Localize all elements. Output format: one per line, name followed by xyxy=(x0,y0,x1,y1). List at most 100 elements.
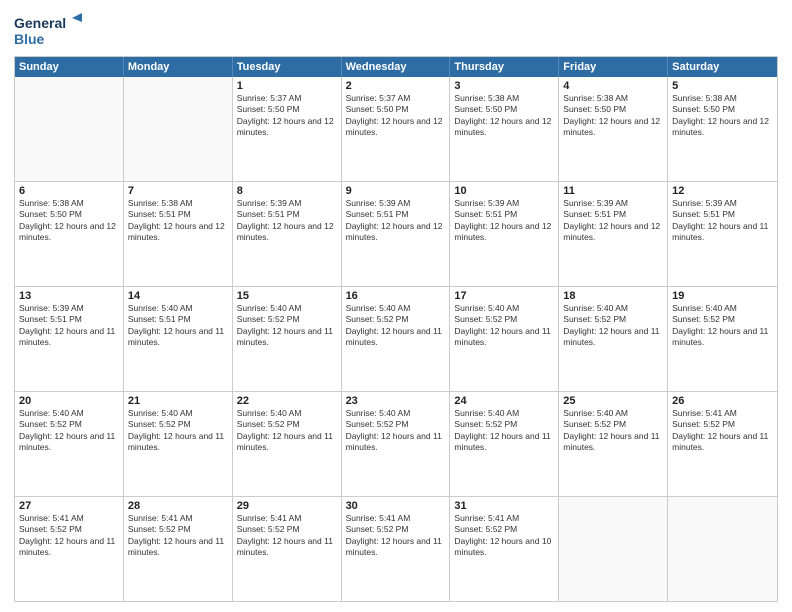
day-number: 19 xyxy=(672,290,773,302)
cell-info: Sunrise: 5:40 AMSunset: 5:52 PMDaylight:… xyxy=(454,408,550,452)
day-number: 17 xyxy=(454,290,554,302)
day-number: 16 xyxy=(346,290,446,302)
day-number: 4 xyxy=(563,80,663,92)
day-number: 14 xyxy=(128,290,228,302)
day-cell-2: 2 Sunrise: 5:37 AMSunset: 5:50 PMDayligh… xyxy=(342,77,451,181)
cell-info: Sunrise: 5:40 AMSunset: 5:52 PMDaylight:… xyxy=(563,303,659,347)
day-cell-9: 9 Sunrise: 5:39 AMSunset: 5:51 PMDayligh… xyxy=(342,182,451,286)
day-number: 28 xyxy=(128,500,228,512)
day-cell-4: 4 Sunrise: 5:38 AMSunset: 5:50 PMDayligh… xyxy=(559,77,668,181)
calendar: SundayMondayTuesdayWednesdayThursdayFrid… xyxy=(14,56,778,602)
cell-info: Sunrise: 5:39 AMSunset: 5:51 PMDaylight:… xyxy=(454,198,551,242)
day-number: 10 xyxy=(454,185,554,197)
day-number: 25 xyxy=(563,395,663,407)
cell-info: Sunrise: 5:39 AMSunset: 5:51 PMDaylight:… xyxy=(563,198,660,242)
empty-cell xyxy=(559,497,668,601)
day-cell-15: 15 Sunrise: 5:40 AMSunset: 5:52 PMDaylig… xyxy=(233,287,342,391)
cell-info: Sunrise: 5:37 AMSunset: 5:50 PMDaylight:… xyxy=(237,93,334,137)
cell-info: Sunrise: 5:40 AMSunset: 5:52 PMDaylight:… xyxy=(563,408,659,452)
day-cell-12: 12 Sunrise: 5:39 AMSunset: 5:51 PMDaylig… xyxy=(668,182,777,286)
cell-info: Sunrise: 5:41 AMSunset: 5:52 PMDaylight:… xyxy=(19,513,115,557)
day-number: 23 xyxy=(346,395,446,407)
day-cell-1: 1 Sunrise: 5:37 AMSunset: 5:50 PMDayligh… xyxy=(233,77,342,181)
cell-info: Sunrise: 5:40 AMSunset: 5:52 PMDaylight:… xyxy=(128,408,224,452)
day-cell-31: 31 Sunrise: 5:41 AMSunset: 5:52 PMDaylig… xyxy=(450,497,559,601)
day-cell-11: 11 Sunrise: 5:39 AMSunset: 5:51 PMDaylig… xyxy=(559,182,668,286)
week-row-2: 6 Sunrise: 5:38 AMSunset: 5:50 PMDayligh… xyxy=(15,181,777,286)
header-day-saturday: Saturday xyxy=(668,57,777,77)
header-day-friday: Friday xyxy=(559,57,668,77)
day-number: 9 xyxy=(346,185,446,197)
day-number: 2 xyxy=(346,80,446,92)
day-cell-17: 17 Sunrise: 5:40 AMSunset: 5:52 PMDaylig… xyxy=(450,287,559,391)
cell-info: Sunrise: 5:38 AMSunset: 5:51 PMDaylight:… xyxy=(128,198,225,242)
day-number: 24 xyxy=(454,395,554,407)
svg-text:Blue: Blue xyxy=(14,31,45,47)
day-number: 30 xyxy=(346,500,446,512)
day-cell-23: 23 Sunrise: 5:40 AMSunset: 5:52 PMDaylig… xyxy=(342,392,451,496)
day-cell-30: 30 Sunrise: 5:41 AMSunset: 5:52 PMDaylig… xyxy=(342,497,451,601)
week-row-4: 20 Sunrise: 5:40 AMSunset: 5:52 PMDaylig… xyxy=(15,391,777,496)
cell-info: Sunrise: 5:38 AMSunset: 5:50 PMDaylight:… xyxy=(454,93,551,137)
day-cell-18: 18 Sunrise: 5:40 AMSunset: 5:52 PMDaylig… xyxy=(559,287,668,391)
day-cell-21: 21 Sunrise: 5:40 AMSunset: 5:52 PMDaylig… xyxy=(124,392,233,496)
cell-info: Sunrise: 5:41 AMSunset: 5:52 PMDaylight:… xyxy=(128,513,224,557)
day-cell-6: 6 Sunrise: 5:38 AMSunset: 5:50 PMDayligh… xyxy=(15,182,124,286)
header-day-monday: Monday xyxy=(124,57,233,77)
day-number: 21 xyxy=(128,395,228,407)
day-number: 12 xyxy=(672,185,773,197)
calendar-body: 1 Sunrise: 5:37 AMSunset: 5:50 PMDayligh… xyxy=(15,77,777,601)
day-cell-14: 14 Sunrise: 5:40 AMSunset: 5:51 PMDaylig… xyxy=(124,287,233,391)
logo-svg: General Blue xyxy=(14,10,84,50)
cell-info: Sunrise: 5:38 AMSunset: 5:50 PMDaylight:… xyxy=(563,93,660,137)
week-row-1: 1 Sunrise: 5:37 AMSunset: 5:50 PMDayligh… xyxy=(15,77,777,181)
day-number: 5 xyxy=(672,80,773,92)
day-cell-5: 5 Sunrise: 5:38 AMSunset: 5:50 PMDayligh… xyxy=(668,77,777,181)
cell-info: Sunrise: 5:39 AMSunset: 5:51 PMDaylight:… xyxy=(19,303,115,347)
day-cell-28: 28 Sunrise: 5:41 AMSunset: 5:52 PMDaylig… xyxy=(124,497,233,601)
cell-info: Sunrise: 5:39 AMSunset: 5:51 PMDaylight:… xyxy=(672,198,768,242)
day-cell-20: 20 Sunrise: 5:40 AMSunset: 5:52 PMDaylig… xyxy=(15,392,124,496)
week-row-5: 27 Sunrise: 5:41 AMSunset: 5:52 PMDaylig… xyxy=(15,496,777,601)
day-number: 6 xyxy=(19,185,119,197)
cell-info: Sunrise: 5:40 AMSunset: 5:52 PMDaylight:… xyxy=(346,303,442,347)
cell-info: Sunrise: 5:41 AMSunset: 5:52 PMDaylight:… xyxy=(672,408,768,452)
day-number: 7 xyxy=(128,185,228,197)
day-number: 15 xyxy=(237,290,337,302)
day-cell-25: 25 Sunrise: 5:40 AMSunset: 5:52 PMDaylig… xyxy=(559,392,668,496)
cell-info: Sunrise: 5:37 AMSunset: 5:50 PMDaylight:… xyxy=(346,93,443,137)
day-number: 27 xyxy=(19,500,119,512)
empty-cell xyxy=(15,77,124,181)
calendar-header: SundayMondayTuesdayWednesdayThursdayFrid… xyxy=(15,57,777,77)
cell-info: Sunrise: 5:41 AMSunset: 5:52 PMDaylight:… xyxy=(237,513,333,557)
cell-info: Sunrise: 5:38 AMSunset: 5:50 PMDaylight:… xyxy=(19,198,116,242)
day-number: 1 xyxy=(237,80,337,92)
logo: General Blue xyxy=(14,10,84,50)
day-cell-24: 24 Sunrise: 5:40 AMSunset: 5:52 PMDaylig… xyxy=(450,392,559,496)
empty-cell xyxy=(124,77,233,181)
day-cell-8: 8 Sunrise: 5:39 AMSunset: 5:51 PMDayligh… xyxy=(233,182,342,286)
day-number: 31 xyxy=(454,500,554,512)
day-cell-29: 29 Sunrise: 5:41 AMSunset: 5:52 PMDaylig… xyxy=(233,497,342,601)
cell-info: Sunrise: 5:40 AMSunset: 5:52 PMDaylight:… xyxy=(237,303,333,347)
day-cell-22: 22 Sunrise: 5:40 AMSunset: 5:52 PMDaylig… xyxy=(233,392,342,496)
header-day-tuesday: Tuesday xyxy=(233,57,342,77)
day-cell-13: 13 Sunrise: 5:39 AMSunset: 5:51 PMDaylig… xyxy=(15,287,124,391)
week-row-3: 13 Sunrise: 5:39 AMSunset: 5:51 PMDaylig… xyxy=(15,286,777,391)
header-day-sunday: Sunday xyxy=(15,57,124,77)
cell-info: Sunrise: 5:39 AMSunset: 5:51 PMDaylight:… xyxy=(237,198,334,242)
header-day-wednesday: Wednesday xyxy=(342,57,451,77)
day-number: 20 xyxy=(19,395,119,407)
cell-info: Sunrise: 5:40 AMSunset: 5:52 PMDaylight:… xyxy=(346,408,442,452)
day-cell-27: 27 Sunrise: 5:41 AMSunset: 5:52 PMDaylig… xyxy=(15,497,124,601)
day-number: 11 xyxy=(563,185,663,197)
cell-info: Sunrise: 5:40 AMSunset: 5:52 PMDaylight:… xyxy=(237,408,333,452)
day-cell-7: 7 Sunrise: 5:38 AMSunset: 5:51 PMDayligh… xyxy=(124,182,233,286)
cell-info: Sunrise: 5:40 AMSunset: 5:52 PMDaylight:… xyxy=(454,303,550,347)
cell-info: Sunrise: 5:38 AMSunset: 5:50 PMDaylight:… xyxy=(672,93,769,137)
day-number: 8 xyxy=(237,185,337,197)
day-number: 29 xyxy=(237,500,337,512)
day-cell-16: 16 Sunrise: 5:40 AMSunset: 5:52 PMDaylig… xyxy=(342,287,451,391)
day-number: 3 xyxy=(454,80,554,92)
day-cell-10: 10 Sunrise: 5:39 AMSunset: 5:51 PMDaylig… xyxy=(450,182,559,286)
